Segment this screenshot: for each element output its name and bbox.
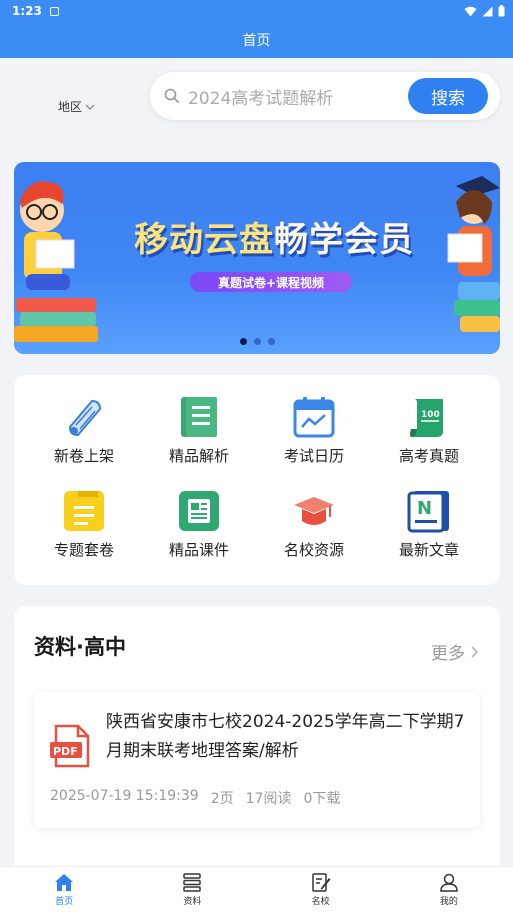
promo-banner[interactable]: 移动云盘畅学会员 真题试卷+课程视频 [14, 162, 500, 354]
tab-label: 名校 [311, 896, 330, 907]
svg-text:PDF: PDF [53, 745, 78, 758]
banner-pagination [14, 338, 500, 345]
more-link[interactable]: 更多 [431, 639, 478, 664]
category-label: 高考真题 [398, 447, 459, 465]
category-label: 名校资源 [283, 541, 344, 559]
category-label: 专题套卷 [53, 541, 114, 559]
banner-dot[interactable] [253, 338, 261, 345]
document-datetime: 2025-07-19 15:19:39 [50, 788, 199, 804]
document-title: 陕西省安康市七校2024-2025学年高二下学期7月期末联考地理答案/解析 [106, 712, 465, 761]
notebook-icon [181, 397, 217, 437]
category-topic-sets[interactable]: 专题套卷 [29, 489, 139, 560]
page-title: 首页 [242, 33, 271, 49]
boy-reading-illustration [14, 181, 98, 342]
category-label: 考试日历 [283, 447, 344, 465]
article-icon: N [407, 491, 449, 533]
region-label: 地区 [58, 100, 83, 114]
banner-subtitle: 真题试卷+课程视频 [190, 272, 352, 292]
battery-icon [498, 5, 505, 17]
section-title: 资料·高中 [34, 635, 126, 659]
search-bar[interactable]: 2024高考试题解析 搜索 [150, 72, 500, 120]
search-icon [164, 88, 180, 104]
document-card[interactable]: PDF 陕西省安康市七校2024-2025学年高二下学期7月期末联考地理答案/解… [34, 692, 480, 828]
wifi-icon [464, 6, 477, 16]
user-icon [440, 873, 458, 892]
category-label: 精品课件 [168, 541, 229, 559]
search-button[interactable]: 搜索 [408, 78, 488, 114]
category-grid: 新卷上架 精品解析 考试日历 100 高考真题 专题套卷 精品课件 名校资源 N… [14, 375, 500, 585]
status-time: 1:23 [12, 4, 42, 18]
category-latest-articles[interactable]: N 最新文章 [374, 489, 484, 560]
calendar-icon [293, 397, 335, 438]
search-input[interactable]: 2024高考试题解析 [188, 84, 408, 109]
home-icon [55, 873, 74, 891]
region-selector[interactable]: 地区 [58, 98, 95, 115]
more-label: 更多 [431, 644, 465, 664]
tab-schools[interactable]: 名校 [257, 867, 385, 912]
tab-label: 资料 [183, 896, 202, 907]
banner-dot[interactable] [267, 338, 275, 345]
category-courseware[interactable]: 精品课件 [144, 489, 254, 560]
svg-text:N: N [417, 498, 432, 519]
girl-reading-illustration [447, 176, 500, 332]
graduation-cap-icon [294, 497, 334, 525]
note-icon [64, 491, 104, 531]
document-pages: 2页 [210, 791, 234, 807]
materials-section: 资料·高中 更多 PDF 陕西省安康市七校2024-2025学年高二下学期7月期… [14, 606, 500, 886]
document-downloads: 0下载 [303, 791, 341, 807]
banner-title: 移动云盘畅学会员 [134, 220, 414, 260]
app-bar: 首页 [0, 22, 513, 58]
edit-doc-icon [311, 872, 331, 892]
category-exam-calendar[interactable]: 考试日历 [259, 395, 369, 466]
exam-paper-icon: 100 [410, 399, 443, 437]
category-label: 新卷上架 [53, 447, 114, 465]
stack-icon [183, 872, 202, 892]
category-label: 精品解析 [168, 447, 229, 465]
tab-materials[interactable]: 资料 [128, 867, 256, 912]
chevron-right-icon [471, 646, 478, 657]
status-bar: 1:23 [0, 0, 513, 22]
chevron-down-icon [85, 104, 95, 110]
newspaper-icon [179, 491, 219, 531]
banner-dot[interactable] [239, 338, 247, 345]
tab-label: 首页 [55, 896, 74, 907]
tab-label: 我的 [439, 896, 458, 907]
signal-icon [482, 6, 493, 16]
scroll-icon [68, 399, 102, 437]
category-gaokao-papers[interactable]: 100 高考真题 [374, 395, 484, 466]
category-new-papers[interactable]: 新卷上架 [29, 395, 139, 466]
category-school-resources[interactable]: 名校资源 [259, 489, 369, 560]
category-analysis[interactable]: 精品解析 [144, 395, 254, 466]
status-icons [464, 5, 505, 17]
pdf-icon: PDF [50, 724, 90, 768]
bottom-tab-bar: 首页 资料 名校 我的 [0, 866, 513, 912]
tab-profile[interactable]: 我的 [385, 867, 513, 912]
category-label: 最新文章 [398, 541, 459, 559]
document-reads: 17阅读 [245, 791, 292, 807]
sim-icon [49, 6, 59, 16]
svg-text:100: 100 [421, 410, 440, 420]
document-meta: 2025-07-19 15:19:39 2页 17阅读 0下载 [50, 788, 340, 808]
tab-home[interactable]: 首页 [0, 867, 128, 912]
